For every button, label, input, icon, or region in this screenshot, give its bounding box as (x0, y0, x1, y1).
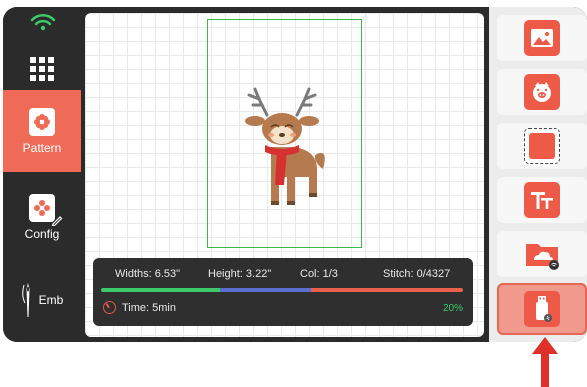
sidebar: Pattern Config Emb (3, 7, 81, 342)
text-icon (524, 182, 560, 218)
arrow-up-icon (532, 337, 558, 387)
stitch-count: Stitch: 0/4327 (383, 268, 451, 280)
height-value: Height: 3.22" (208, 268, 272, 280)
widths-value: Widths: 6.53" (115, 268, 181, 280)
text-tool-button[interactable] (497, 177, 587, 223)
color-count: Col: 1/3 (300, 268, 338, 280)
sidebar-item-pattern[interactable]: Pattern (3, 90, 81, 172)
tool-panel (489, 7, 587, 342)
progress-bar (101, 288, 463, 292)
pattern-library-button[interactable] (497, 69, 587, 115)
sidebar-item-label: Emb (38, 293, 64, 307)
frame-select-button[interactable] (497, 123, 587, 169)
time-remaining: Time: 5min (122, 301, 176, 314)
config-flower-icon (29, 193, 63, 226)
progress-segment (101, 288, 221, 292)
status-panel: Widths: 6.53" Height: 3.22" Col: 1/3 Sti… (93, 258, 473, 326)
cloud-wifi-folder-icon (524, 236, 560, 272)
progress-percent: 20% (442, 303, 463, 314)
grid-icon (30, 57, 54, 81)
deer-embroidery-design[interactable] (237, 85, 337, 210)
design-canvas[interactable]: Widths: 6.53" Height: 3.22" Col: 1/3 Sti… (85, 13, 484, 337)
sidebar-item-emb[interactable]: Emb (3, 265, 81, 335)
selection-frame-icon (524, 128, 560, 164)
usb-drive-icon (524, 291, 560, 327)
image-upload-icon (524, 20, 560, 56)
image-upload-button[interactable] (497, 15, 587, 61)
wifi-icon (30, 13, 56, 31)
needle-icon (21, 283, 30, 317)
embroidery-app-window: Pattern Config Emb Widths: 6.53" Height:… (3, 7, 587, 342)
progress-segment (220, 288, 311, 292)
pencil-icon (51, 215, 63, 226)
flower-pattern-icon (29, 107, 55, 136)
progress-segment (310, 288, 463, 292)
pig-face-icon (524, 74, 560, 110)
usb-import-button[interactable] (497, 283, 587, 335)
cloud-folder-button[interactable] (497, 231, 587, 277)
sidebar-item-config[interactable]: Config (3, 177, 81, 257)
sidebar-item-home[interactable] (3, 47, 81, 91)
time-row: Time: 5min (103, 301, 176, 314)
clock-icon (103, 301, 116, 314)
sidebar-item-label: Pattern (22, 140, 62, 155)
sidebar-item-label: Config (24, 226, 60, 241)
